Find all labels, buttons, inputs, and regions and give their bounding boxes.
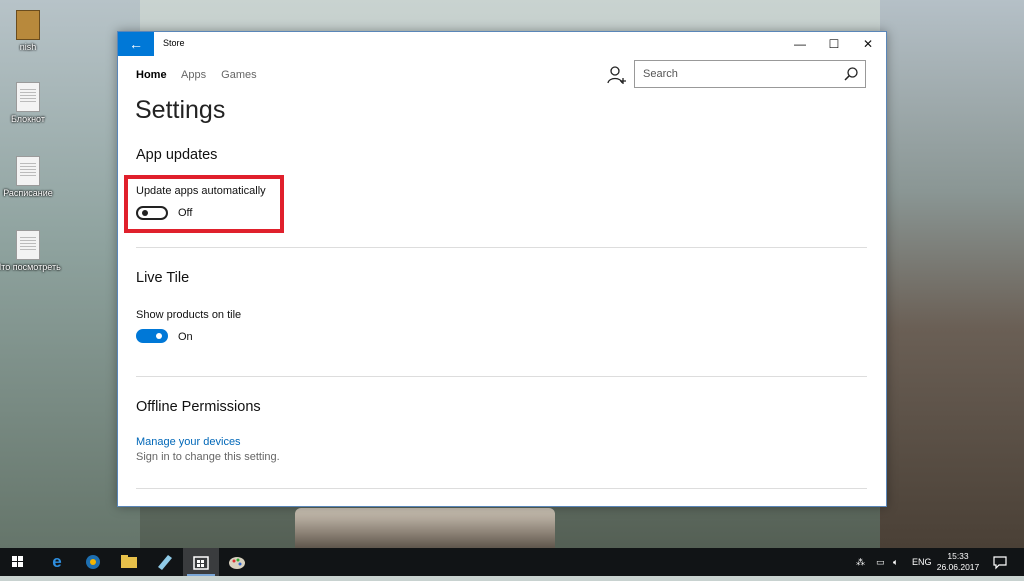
- system-clock[interactable]: 15:33 26.06.2017: [935, 551, 981, 573]
- search-input[interactable]: [641, 67, 835, 81]
- store-window: ← Store — ☐ ✕ Home Apps Games Settings A…: [117, 31, 887, 507]
- user-account-icon[interactable]: [606, 64, 628, 86]
- search-icon[interactable]: [843, 66, 859, 82]
- desktop-background-right: [880, 0, 1024, 548]
- back-arrow-icon: ←: [129, 36, 143, 52]
- taskbar-store[interactable]: [183, 548, 219, 576]
- section-divider: [136, 488, 867, 489]
- section-divider: [136, 247, 867, 248]
- edge-icon: e: [52, 552, 62, 571]
- taskbar-browser[interactable]: [75, 548, 111, 576]
- paint-icon: [229, 557, 245, 569]
- mail-icon: [158, 555, 172, 570]
- notifications-icon[interactable]: [992, 554, 1008, 570]
- section-divider: [136, 376, 867, 377]
- start-icon: [12, 556, 23, 567]
- toggle-knob: [156, 333, 162, 339]
- clock-time: 15:33: [947, 551, 969, 561]
- close-button[interactable]: ✕: [850, 32, 886, 56]
- window-title: Store: [163, 38, 185, 48]
- text-file-icon: [16, 82, 40, 112]
- toggle-state-text: On: [178, 331, 193, 343]
- text-file-icon: [16, 156, 40, 186]
- top-nav: Home Apps Games: [136, 69, 269, 81]
- manage-devices-link[interactable]: Manage your devices: [136, 436, 241, 448]
- volume-icon[interactable]: 🔈︎: [893, 548, 898, 576]
- taskbar: e ⁂ ▭ 🔈︎ ENG 15:33 26.06.2017: [0, 548, 1024, 576]
- maximize-button[interactable]: ☐: [816, 32, 852, 56]
- tab-home[interactable]: Home: [136, 69, 167, 81]
- desktop-background-stump: [295, 508, 555, 548]
- section-heading-app-updates: App updates: [136, 147, 218, 163]
- desktop-icon-label: Что посмотреть: [0, 262, 61, 272]
- text-file-icon: [16, 230, 40, 260]
- network-icon[interactable]: ⁂: [856, 548, 865, 576]
- desktop-icon-nish[interactable]: nish: [0, 10, 63, 52]
- search-box[interactable]: [634, 60, 866, 88]
- file-explorer-icon: [121, 555, 137, 568]
- battery-icon[interactable]: ▭: [876, 548, 885, 576]
- title-bar: ← Store — ☐ ✕: [118, 32, 886, 56]
- section-heading-live-tile: Live Tile: [136, 270, 190, 286]
- taskbar-mail[interactable]: [147, 548, 183, 576]
- input-language[interactable]: ENG: [912, 548, 932, 576]
- setting-label-show-products: Show products on tile: [136, 309, 242, 321]
- section-heading-offline-permissions: Offline Permissions: [136, 399, 261, 415]
- clock-date: 26.06.2017: [936, 562, 980, 572]
- taskbar-paint[interactable]: [219, 548, 255, 576]
- desktop-icon-watchlist[interactable]: Что посмотреть: [0, 230, 63, 272]
- photo-file-icon: [16, 10, 40, 40]
- desktop-icon-label: Блокнот: [10, 114, 45, 124]
- tab-games[interactable]: Games: [221, 69, 256, 81]
- back-button[interactable]: ←: [118, 32, 154, 56]
- store-icon: [193, 556, 209, 570]
- tab-apps[interactable]: Apps: [181, 69, 206, 81]
- browser-icon: [86, 555, 100, 569]
- page-title: Settings: [135, 96, 226, 124]
- desktop-icon-schedule[interactable]: Расписание: [0, 156, 63, 198]
- live-tile-toggle[interactable]: [136, 329, 168, 343]
- desktop-icon-label: nish: [19, 42, 37, 52]
- taskbar-edge[interactable]: e: [39, 548, 75, 576]
- sign-in-note: Sign in to change this setting.: [136, 451, 280, 463]
- desktop-icon-notepad[interactable]: Блокнот: [0, 82, 63, 124]
- taskbar-file-explorer[interactable]: [111, 548, 147, 576]
- annotation-highlight-box: [124, 175, 284, 233]
- desktop-icon-label: Расписание: [3, 188, 53, 198]
- start-button[interactable]: [0, 548, 36, 576]
- minimize-button[interactable]: —: [782, 32, 818, 56]
